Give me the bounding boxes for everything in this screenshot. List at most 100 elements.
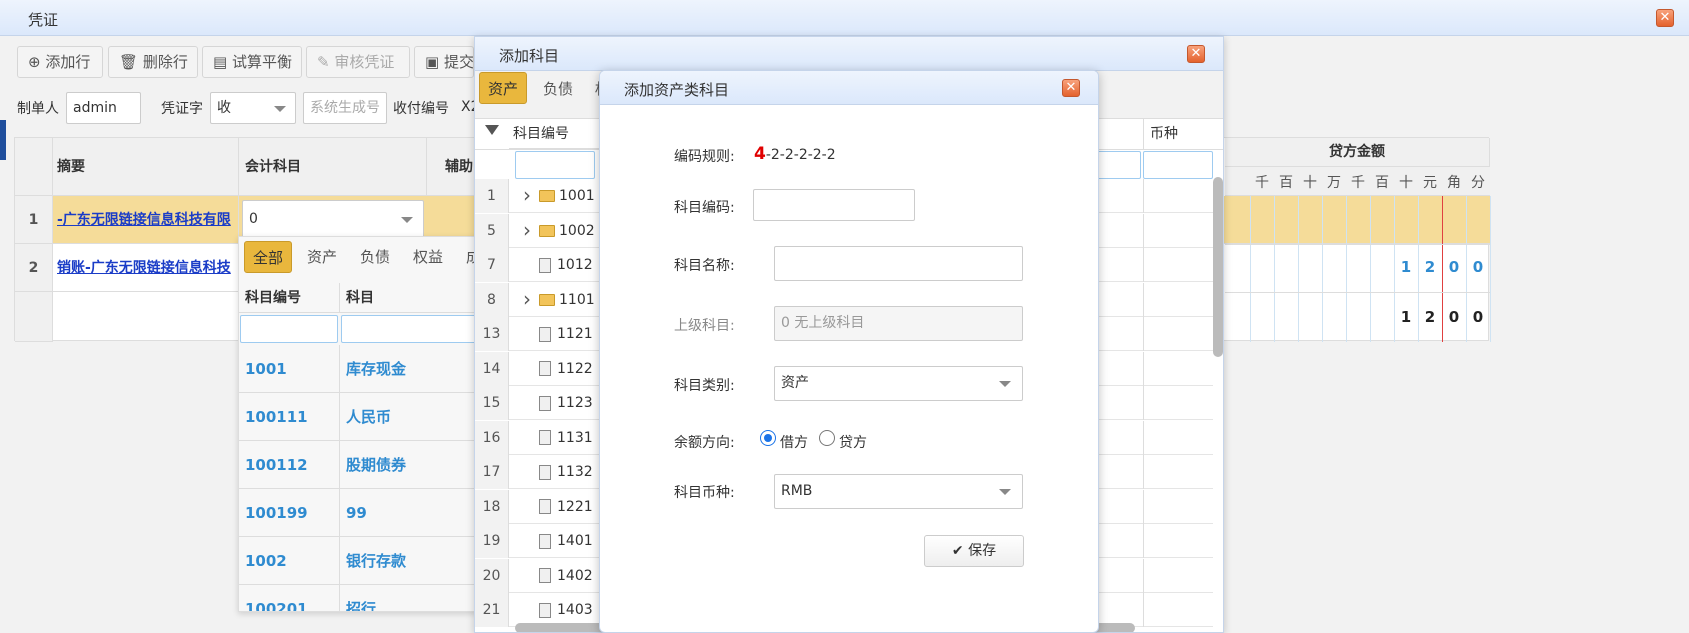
digit-grid-line <box>1250 196 1251 342</box>
chevron-down-icon <box>274 106 286 112</box>
account-code-cell: 1403 <box>539 593 593 627</box>
currency-cell <box>1143 489 1144 524</box>
voucher-word-label: 凭证字 <box>161 101 203 117</box>
submit-button[interactable]: ▣ 提交 <box>414 46 474 78</box>
main-window-close-icon[interactable]: ✕ <box>1656 9 1674 27</box>
credit-digit-label: 角 <box>1447 175 1461 191</box>
table-header-no <box>15 138 53 196</box>
picker-row-code[interactable]: 100112 <box>239 441 340 489</box>
picker-row-name[interactable]: 库存现金 <box>340 345 477 393</box>
row-1-account-combo[interactable]: 0 <box>242 200 424 238</box>
picker-row-code[interactable]: 100199 <box>239 489 340 537</box>
credit-digit-header: 千百十万千百十元角分 <box>1225 167 1490 196</box>
row-2-credit-digit: 0 <box>1472 258 1484 276</box>
account-code-text: 1123 <box>557 395 593 411</box>
tag-icon: ✎ <box>317 53 330 71</box>
account-code-text: 1221 <box>557 498 593 515</box>
row-1-summary[interactable]: -广东无限链接信息科技有限 <box>53 196 239 244</box>
trial-balance-button[interactable]: ▤ 试算平衡 <box>202 46 302 78</box>
maker-label: 制单人 <box>17 101 59 117</box>
dialog-tab-liability[interactable]: 负债 <box>535 73 581 105</box>
account-type-select[interactable]: 资产 <box>774 366 1023 401</box>
picker-tab-asset[interactable]: 资产 <box>299 241 345 273</box>
receipt-number-label: 收付编号 <box>393 101 449 117</box>
debit-radio[interactable] <box>760 430 776 446</box>
dialog-tab-asset[interactable]: 资产 <box>479 72 528 104</box>
chevron-right-icon[interactable]: › <box>523 287 531 311</box>
credit-radio-label[interactable]: 贷方 <box>839 432 867 452</box>
maker-input[interactable]: admin <box>66 92 141 124</box>
picker-filter-code[interactable] <box>240 315 338 343</box>
add-row-button[interactable]: ⊕ 添加行 <box>17 46 103 78</box>
save-icon: ▣ <box>425 53 440 71</box>
row-2-summary[interactable]: 销账-广东无限链接信息科技 <box>53 244 239 292</box>
credit-digit-label: 分 <box>1471 175 1485 191</box>
row-1-number: 1 <box>15 196 53 244</box>
currency-cell <box>1143 282 1144 317</box>
parent-account-label: 上级科目: <box>674 318 735 334</box>
folder-icon <box>539 190 555 202</box>
picker-tab-liability[interactable]: 负债 <box>352 241 398 273</box>
account-code-cell: 1401 <box>539 524 593 558</box>
account-code-text: 1012 <box>557 257 593 273</box>
account-code-text: 1121 <box>557 326 593 342</box>
account-code-text: 1403 <box>557 602 593 618</box>
digit-grid-line <box>1490 196 1491 342</box>
account-code-cell: 1221 <box>539 490 593 524</box>
digit-grid-line <box>1274 196 1275 342</box>
picker-row-name[interactable]: 招行 <box>340 585 477 611</box>
row-number: 13 <box>475 317 509 351</box>
account-code-input[interactable] <box>753 189 915 221</box>
credit-digit-label: 万 <box>1327 175 1341 191</box>
picker-row-name[interactable]: 股期债券 <box>340 441 477 489</box>
code-rule-label: 编码规则: <box>674 149 735 165</box>
picker-row-name[interactable]: 人民币 <box>340 393 477 441</box>
row-2-credit-digit: 1 <box>1400 258 1412 276</box>
account-code-text: 1402 <box>557 567 593 584</box>
credit-digit-label: 千 <box>1351 175 1365 191</box>
digit-grid-line <box>1346 196 1347 342</box>
account-picker-panel: 全部 资产 负债 权益 成 科目编号 科目 1001库存现金100111人民币1… <box>238 236 478 612</box>
currency-cell <box>1143 455 1144 489</box>
vertical-scrollbar[interactable] <box>1213 177 1223 357</box>
debit-radio-label[interactable]: 借方 <box>780 432 808 452</box>
add-account-titlebar: 添加科目 ✕ <box>475 37 1223 71</box>
credit-digit-label: 千 <box>1255 175 1269 191</box>
voucher-number-input[interactable]: 系统生成号 <box>303 92 387 124</box>
digit-grid-row-line <box>1225 292 1490 293</box>
picker-row-name[interactable]: 银行存款 <box>340 537 477 585</box>
account-code-cell: 1131 <box>539 421 593 455</box>
dialog-col-code: 科目编号 <box>509 119 609 149</box>
left-blue-edge <box>0 120 6 160</box>
currency-cell <box>1143 558 1144 593</box>
dialog-filter-code[interactable] <box>515 151 595 179</box>
picker-filter-name[interactable] <box>341 315 477 343</box>
digit-grid-line <box>1322 196 1323 342</box>
dialog-filter-currency[interactable] <box>1143 151 1213 179</box>
row-2-number: 2 <box>15 244 53 292</box>
audit-voucher-button[interactable]: ✎ 审核凭证 <box>306 46 410 78</box>
account-code-text: 1132 <box>557 464 593 480</box>
chevron-right-icon[interactable]: › <box>523 218 531 242</box>
credit-digit-label: 元 <box>1423 175 1437 191</box>
picker-row-code[interactable]: 1001 <box>239 345 340 393</box>
save-button[interactable]: ✔ 保存 <box>924 535 1024 567</box>
credit-digit-label: 十 <box>1399 175 1413 191</box>
parent-account-input[interactable]: 0 无上级科目 <box>774 306 1023 341</box>
picker-row-code[interactable]: 100111 <box>239 393 340 441</box>
row-2-credit-digit: 2 <box>1424 258 1436 276</box>
account-currency-select[interactable]: RMB <box>774 474 1023 509</box>
picker-tab-equity[interactable]: 权益 <box>405 241 451 273</box>
picker-row-name[interactable]: 99 <box>340 489 477 537</box>
chevron-right-icon[interactable]: › <box>523 183 531 207</box>
account-name-input[interactable] <box>774 246 1023 281</box>
account-name-label: 科目名称: <box>674 258 735 274</box>
row-number: 8 <box>475 282 509 317</box>
picker-row-code[interactable]: 100201 <box>239 585 340 611</box>
credit-radio[interactable] <box>819 430 835 446</box>
asset-dialog-close-icon[interactable]: ✕ <box>1062 79 1080 97</box>
delete-row-button[interactable]: 🗑 删除行 <box>108 46 198 78</box>
add-account-close-icon[interactable]: ✕ <box>1187 45 1205 63</box>
picker-tab-all[interactable]: 全部 <box>244 241 293 273</box>
picker-row-code[interactable]: 1002 <box>239 537 340 585</box>
